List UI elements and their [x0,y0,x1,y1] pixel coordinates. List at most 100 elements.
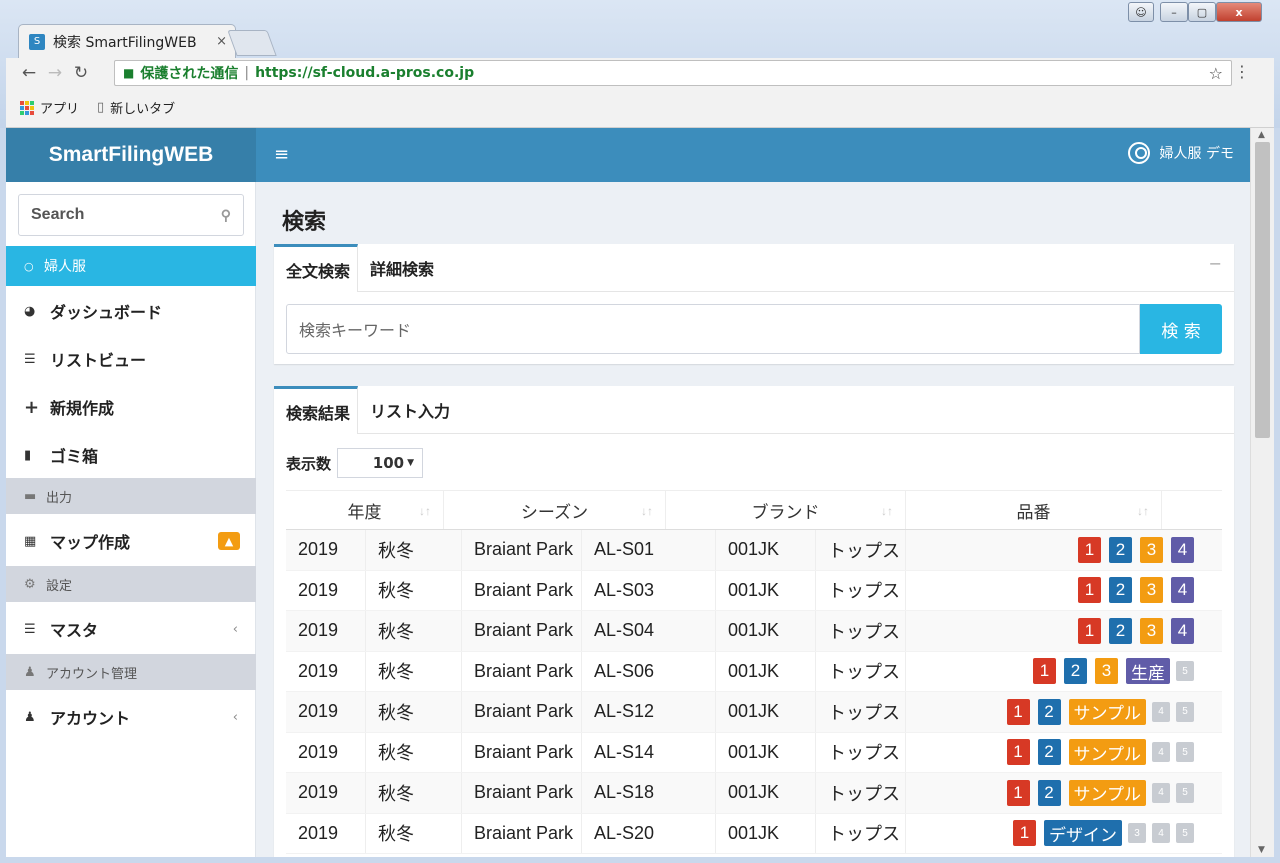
cell-season: 秋冬 [366,651,462,691]
scroll-up-icon[interactable]: ▲ [1258,130,1265,140]
table-row[interactable]: 2019 秋冬 Braiant Park AL-S12 001JK トップス 1 2 サンプル 4… [286,692,1222,733]
cell-brand: Braiant Park [462,651,582,691]
table-row[interactable]: 2019 秋冬 Braiant Park AL-S06 001JK トップス 1 2 3 生産 5 [286,651,1222,692]
cell-category: トップス [816,651,906,691]
status-badge[interactable]: 1 [1006,698,1030,725]
cell-season: 秋冬 [366,732,462,772]
column-header-item-number[interactable]: 品番 ↓↑ [906,491,1162,529]
sidebar-item-trash[interactable]: ▮ ゴミ箱 [6,432,256,478]
user-menu[interactable]: 婦人服 デモ [1127,142,1234,164]
status-badge[interactable]: 1 [1078,577,1101,604]
status-badge[interactable]: 4 [1171,536,1194,563]
status-badge[interactable]: サンプル [1068,698,1146,725]
status-badge[interactable]: 3 [1140,617,1163,644]
status-badge[interactable]: 4 [1152,782,1170,803]
window-close-button[interactable]: x [1216,2,1262,22]
forward-icon[interactable]: → [42,63,68,83]
table-row[interactable]: 2019 秋冬 Braiant Park AL-S04 001JK トップス 1 2 3 4 [286,611,1222,652]
status-badge[interactable]: 5 [1176,701,1194,722]
page-size-label: 表示数 [286,454,332,473]
user-name: 婦人服 デモ [1159,146,1234,162]
page-scrollbar[interactable]: ▲ ▼ [1250,128,1274,857]
status-badge[interactable]: 3 [1095,658,1118,685]
table-row[interactable]: 2019 秋冬 Braiant Park AL-S20 001JK トップス 1 デザイン 3 4… [286,813,1222,854]
column-header-brand[interactable]: ブランド ↓↑ [666,491,906,529]
status-badge[interactable]: デザイン [1044,820,1122,847]
status-badge[interactable]: 3 [1128,823,1146,844]
status-badge[interactable]: 1 [1006,779,1030,806]
status-badge[interactable]: 4 [1171,617,1194,644]
collapse-icon[interactable]: − [1209,254,1222,273]
sidebar-search-input[interactable]: Search ⚲ [18,194,244,236]
status-badge[interactable]: 4 [1152,742,1170,763]
status-badge[interactable]: 4 [1152,701,1170,722]
tab-detail-search[interactable]: 詳細検索 [358,244,441,291]
sidebar-item-womens-wear[interactable]: ○ 婦人服 [6,246,256,286]
status-badge[interactable]: 4 [1152,823,1170,844]
scroll-down-icon[interactable]: ▼ [1258,845,1265,855]
search-button[interactable]: 検 索 [1140,304,1222,354]
status-badge[interactable]: 4 [1171,577,1194,604]
status-badge[interactable]: 2 [1037,779,1061,806]
new-tab-button[interactable] [227,30,277,56]
status-badge[interactable]: 2 [1109,536,1132,563]
keyword-input[interactable]: 検索キーワード [286,304,1140,354]
back-icon[interactable]: ← [16,63,42,83]
sidebar-item-account[interactable]: ♟ アカウント ‹ [6,694,256,740]
status-badge[interactable]: 5 [1176,823,1194,844]
profile-icon[interactable]: ☺ [1128,2,1154,22]
flask-badge-icon: ▲ [218,532,240,550]
status-badge[interactable]: 3 [1140,536,1163,563]
status-badge[interactable]: 1 [1013,820,1036,847]
tab-list-input[interactable]: リスト入力 [358,386,457,433]
address-bar[interactable]: ■ 保護された通信 | https://sf-cloud.a-pros.co.j… [114,60,1232,86]
sidebar-item-dashboard[interactable]: ◕ ダッシュボード [6,288,256,334]
search-icon[interactable]: ⚲ [221,207,231,224]
browser-tab[interactable]: S 検索 SmartFilingWEB × [18,24,236,58]
sidebar-toggle-icon[interactable]: ≡ [274,144,289,165]
column-header-year[interactable]: 年度 ↓↑ [286,491,444,529]
status-badge[interactable]: 5 [1176,742,1194,763]
status-badge[interactable]: 2 [1037,739,1061,766]
list-icon: ☰ [24,351,36,367]
table-row[interactable]: 2019 秋冬 Braiant Park AL-S01 001JK トップス 1 2 3 4 [286,530,1222,571]
bookmark-new-tab[interactable]: ▯ 新しいタブ [97,98,175,117]
bookmark-star-icon[interactable]: ☆ [1209,64,1223,83]
user-icon: ♟ [24,664,36,680]
status-badge[interactable]: 1 [1033,658,1056,685]
maximize-button[interactable]: ▢ [1188,2,1216,22]
tab-fulltext-search[interactable]: 全文検索 [274,244,359,292]
printer-icon: ▬ [24,488,37,504]
page-size-select[interactable]: 100 ▼ [337,448,424,478]
status-badge[interactable]: 1 [1078,536,1101,563]
sidebar-item-master[interactable]: ☰ マスタ ‹ [6,606,256,652]
app-logo[interactable]: SmartFilingWEB [6,128,256,182]
status-badge[interactable]: 2 [1064,658,1087,685]
status-badge[interactable]: サンプル [1068,779,1146,806]
tab-search-results[interactable]: 検索結果 [274,386,359,434]
table-row[interactable]: 2019 秋冬 Braiant Park AL-S18 001JK トップス 1 2 サンプル 4… [286,773,1222,814]
status-badge[interactable]: 5 [1176,661,1194,682]
scrollbar-thumb[interactable] [1255,142,1270,438]
table-row[interactable]: 2019 秋冬 Braiant Park AL-S14 001JK トップス 1 2 サンプル 4… [286,732,1222,773]
column-header-season[interactable]: シーズン ↓↑ [444,491,666,529]
status-badge[interactable]: 5 [1176,782,1194,803]
status-badge[interactable]: サンプル [1068,739,1146,766]
reload-icon[interactable]: ↻ [68,63,94,83]
gears-icon: ⚙ [24,576,36,592]
sidebar-item-new[interactable]: + 新規作成 [6,384,256,430]
minimize-button[interactable]: – [1160,2,1188,22]
status-badge[interactable]: 1 [1006,739,1030,766]
status-badge[interactable]: 2 [1109,617,1132,644]
sidebar-item-map[interactable]: ▦ マップ作成 ▲ [6,518,256,564]
table-row[interactable]: 2019 秋冬 Braiant Park AL-S03 001JK トップス 1 2 3 4 [286,570,1222,611]
status-badge[interactable]: 3 [1140,577,1163,604]
status-badge[interactable]: 生産 [1126,658,1170,685]
status-badge[interactable]: 2 [1037,698,1061,725]
sidebar-item-list-view[interactable]: ☰ リストビュー [6,336,256,382]
status-badge[interactable]: 1 [1078,617,1101,644]
status-badge[interactable]: 2 [1109,577,1132,604]
browser-menu-icon[interactable]: ⋮ [1234,62,1250,81]
bookmark-apps[interactable]: アプリ [20,98,79,117]
tab-close-icon[interactable]: × [216,34,227,49]
